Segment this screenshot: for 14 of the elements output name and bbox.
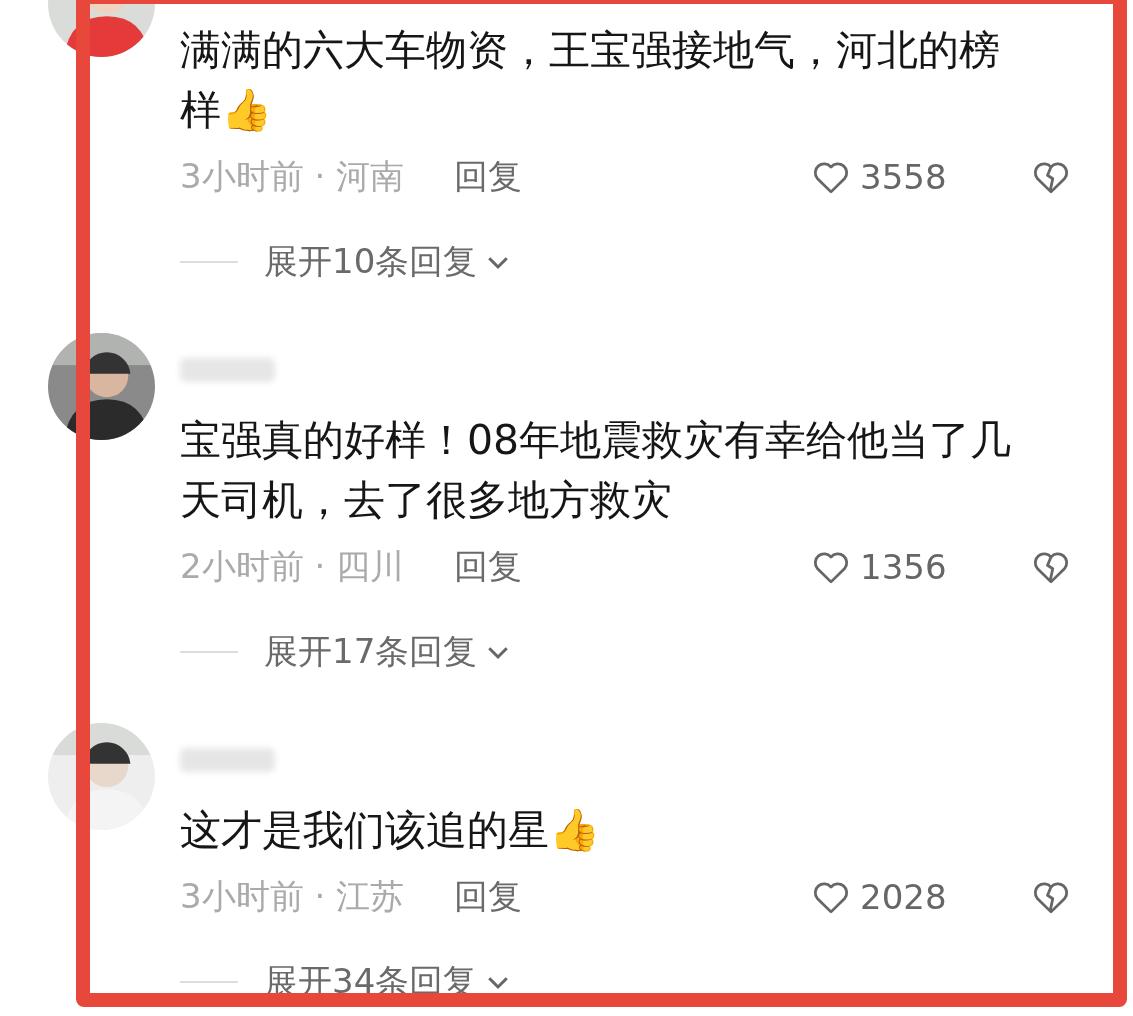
expand-replies-link[interactable]: 展开10条回复 [264, 239, 478, 285]
reply-link[interactable]: 回复 [454, 874, 523, 920]
reply-link[interactable]: 回复 [454, 154, 523, 200]
expand-replies-link[interactable]: 展开17条回复 [264, 629, 478, 675]
time-location: 3小时前 · 江苏 [180, 875, 405, 918]
like-count: 1356 [860, 547, 948, 587]
comment-text: 这才是我们该追的星👍 [180, 805, 601, 856]
like-count: 3558 [860, 157, 948, 197]
time-location: 2小时前 · 四川 [180, 545, 405, 588]
reply-link[interactable]: 回复 [454, 544, 523, 590]
comment-text: 满满的六大车物资，王宝强接地气，河北的榜样👍 [180, 25, 1001, 136]
time-location: 3小时前 · 河南 [180, 155, 405, 198]
like-count: 2028 [860, 877, 948, 917]
comment-text: 宝强真的好样！08年地震救灾有幸给他当了几天司机，去了很多地方救灾 [180, 415, 1013, 526]
